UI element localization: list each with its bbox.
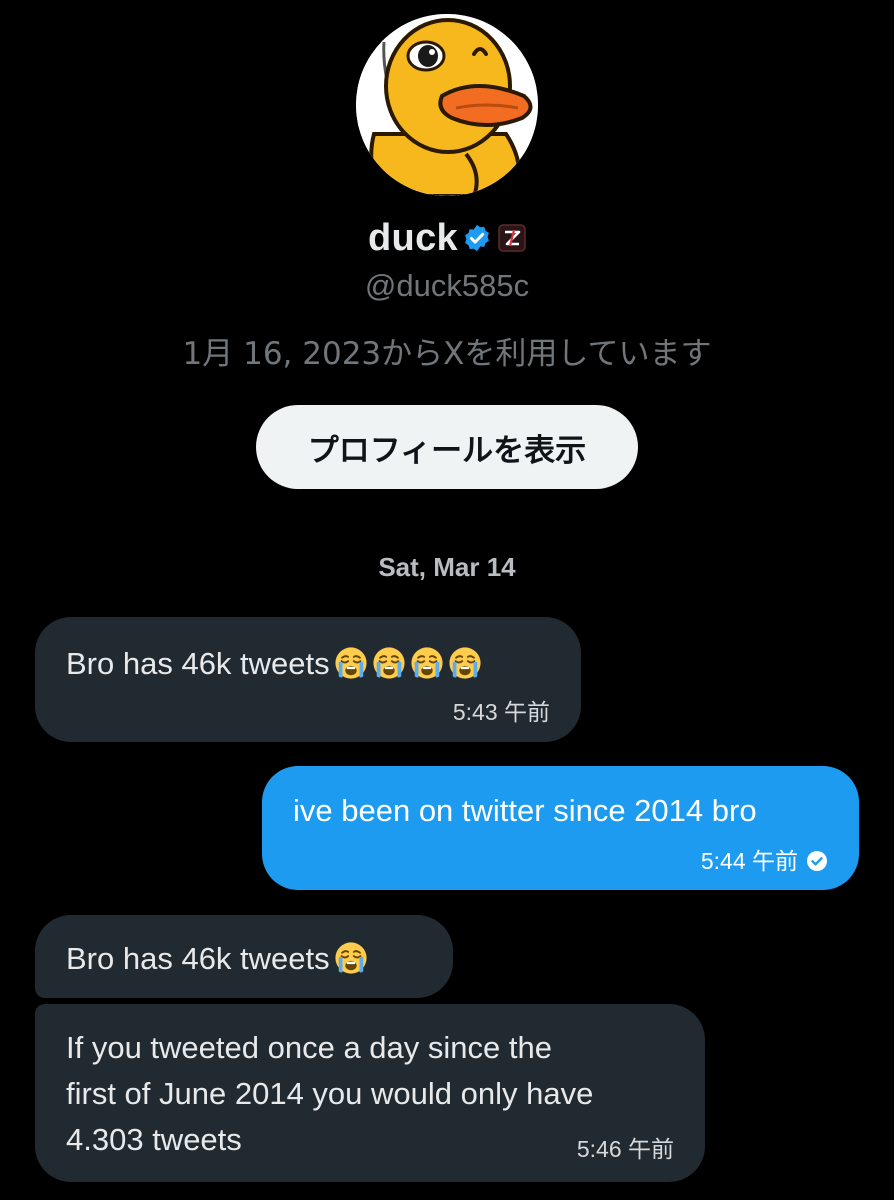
verified-badge-icon[interactable] [462,223,492,253]
affiliate-badge-icon[interactable] [498,224,526,252]
loudly-crying-face-icon [448,646,482,680]
message-text-line: first of June 2014 you would only have [66,1076,594,1111]
loudly-crying-face-icon [410,646,444,680]
display-name[interactable]: duck [368,217,458,260]
message-bubble-sent[interactable]: ive been on twitter since 2014 bro 5:44 … [262,766,859,890]
duck-avatar-icon [356,14,538,196]
loudly-crying-face-icon [334,646,368,680]
message-text-line: If you tweeted once a day since the [66,1030,552,1065]
avatar[interactable] [356,14,538,196]
loudly-crying-face-icon [334,941,368,975]
message-time: 5:44 午前 [701,838,828,884]
message-bubble-received[interactable]: Bro has 46k tweets 5:43 午前 [35,617,581,742]
read-check-icon [807,851,827,871]
message-text: Bro has 46k tweets [66,936,453,982]
message-bubble-received[interactable]: If you tweeted once a day since the firs… [35,1004,705,1182]
message-text: ive been on twitter since 2014 bro [293,793,757,828]
message-time: 5:43 午前 [452,699,550,725]
message-bubble-received[interactable]: Bro has 46k tweets [35,915,453,998]
message-time: 5:46 午前 [576,1136,674,1162]
loudly-crying-face-icon [372,646,406,680]
joined-date: 1月 16, 2023からXを利用しています [182,336,712,372]
message-text: Bro has 46k tweets [66,641,581,687]
profile-handle: @duck585c [364,268,530,303]
view-profile-button[interactable]: プロフィールを表示 [256,405,638,489]
profile-name-row: duck [0,212,894,264]
date-separator: Sat, Mar 14 [378,552,516,582]
